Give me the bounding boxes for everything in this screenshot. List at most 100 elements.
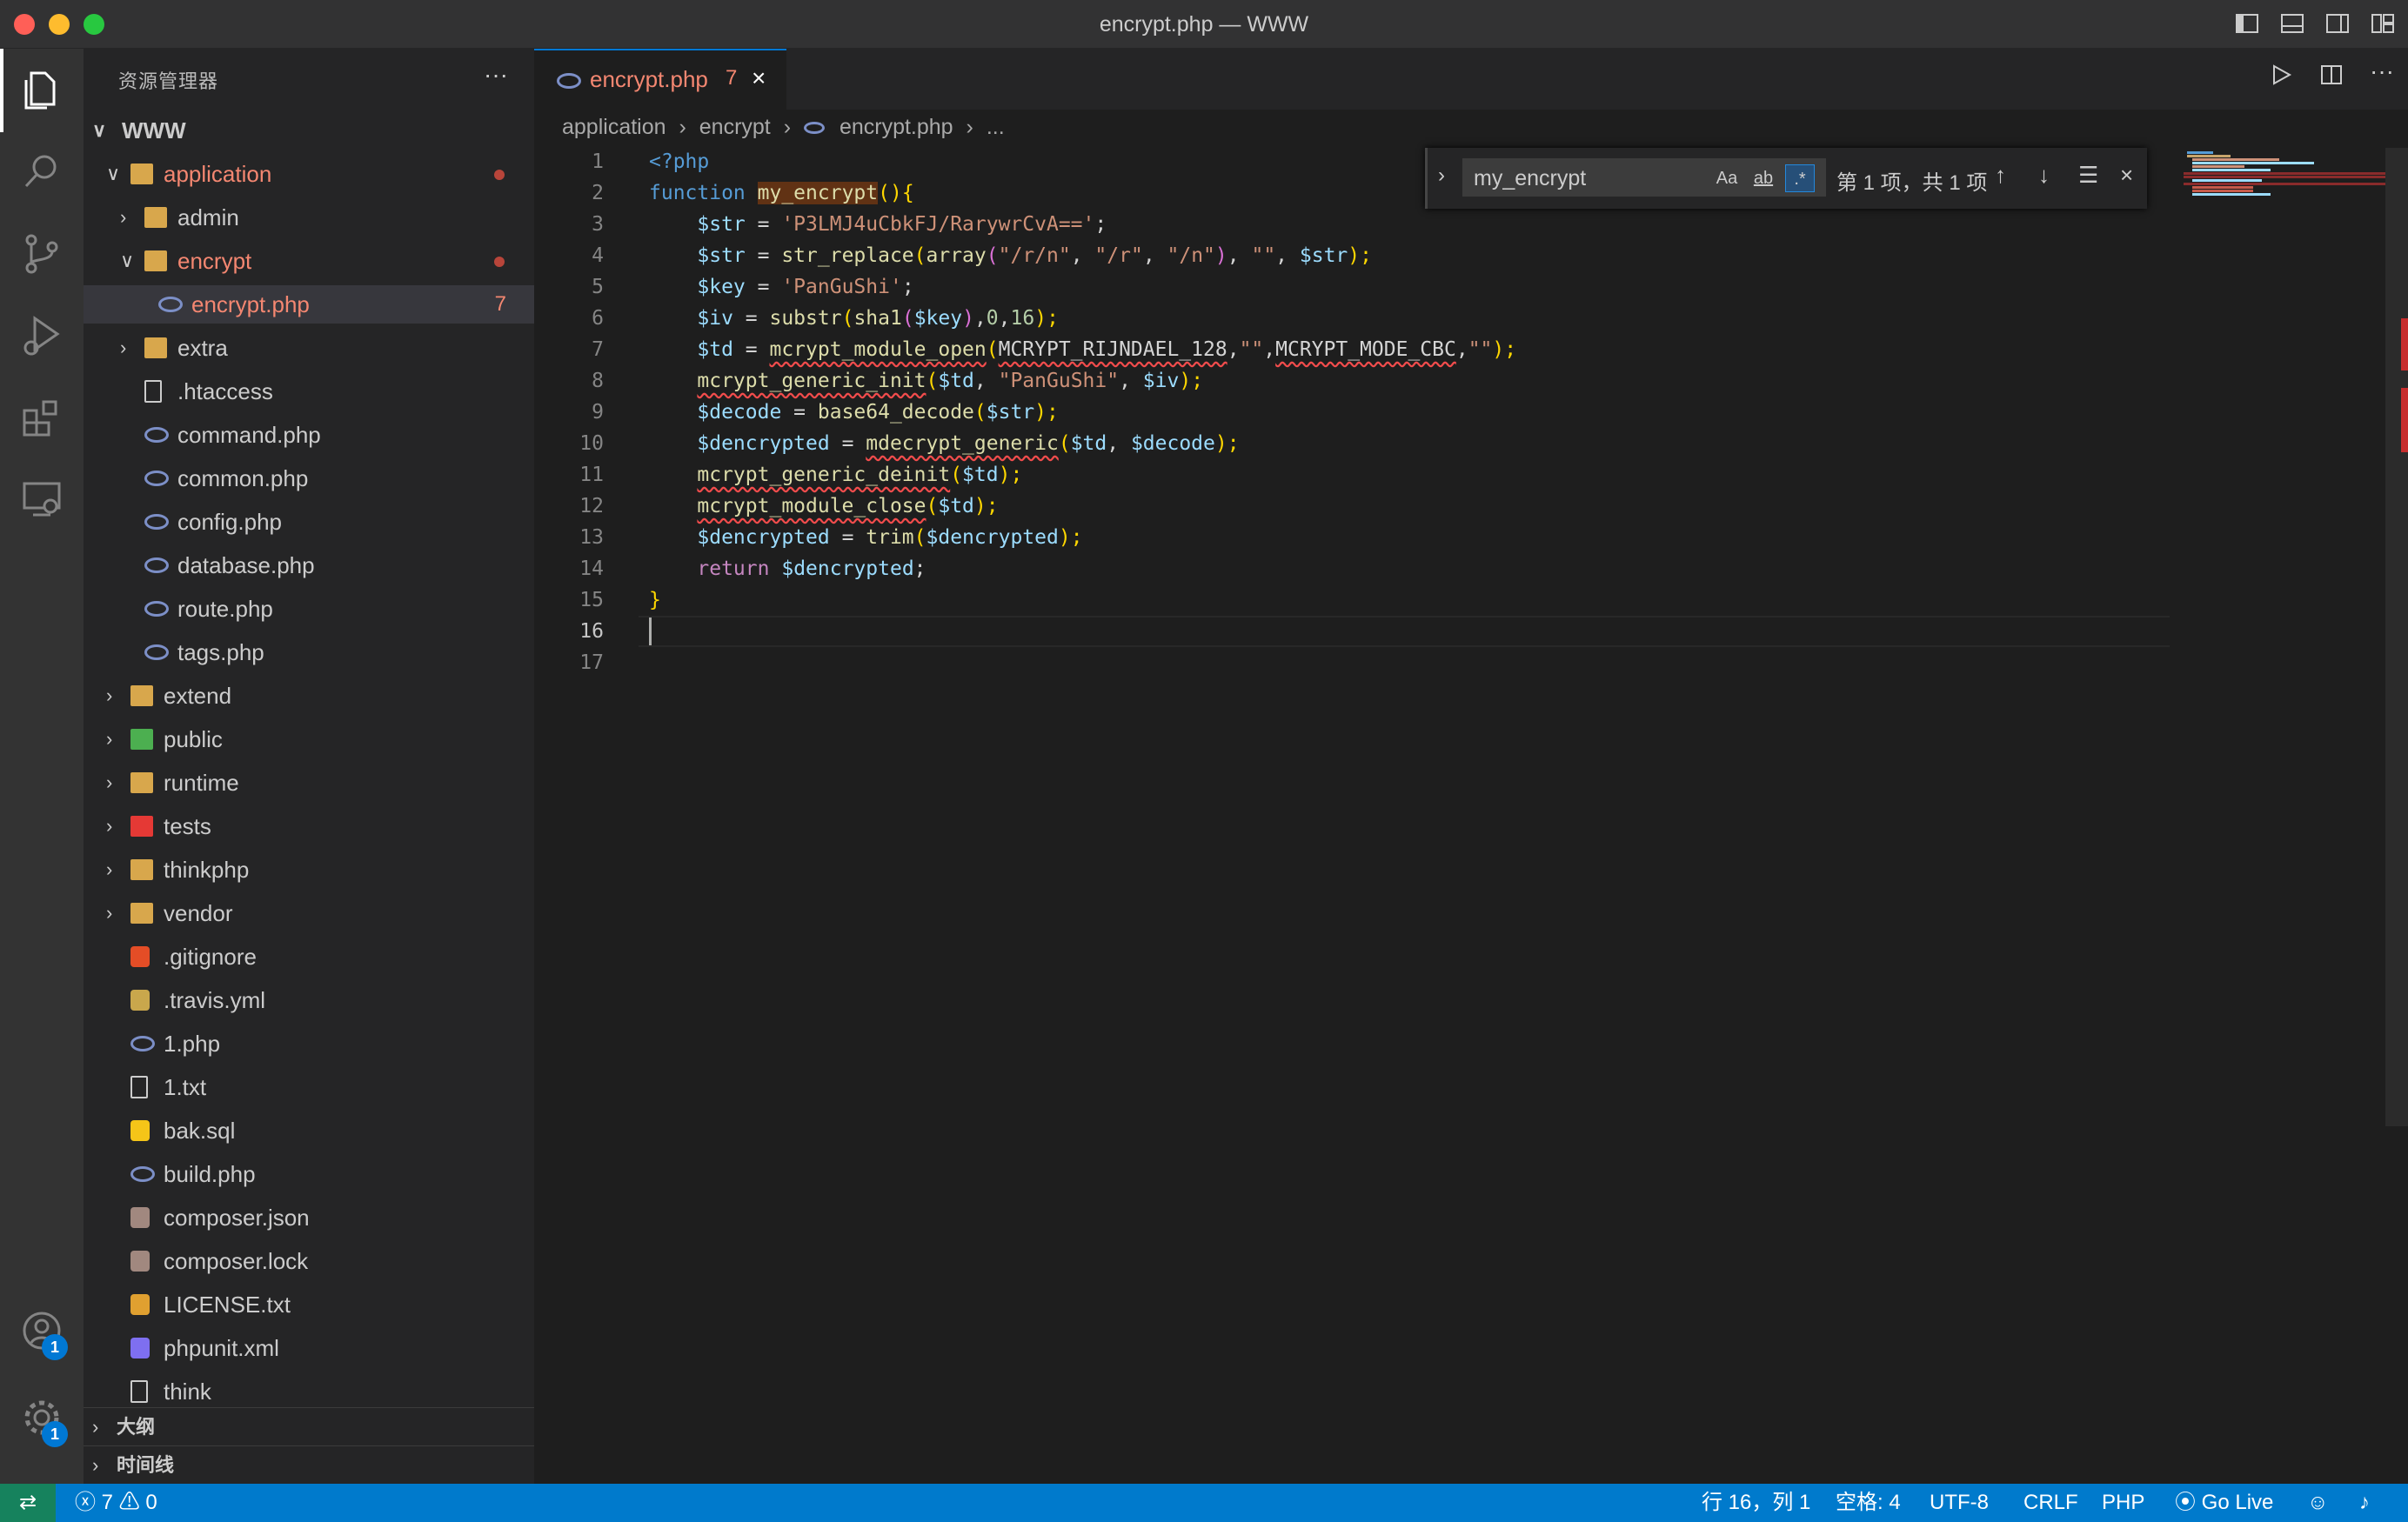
match-whole-word-icon[interactable]: ab xyxy=(1749,164,1778,192)
function-call-error: mcrypt_generic_init xyxy=(697,370,926,392)
end-of-line[interactable]: CRLF xyxy=(2023,1484,2078,1522)
feedback-icon[interactable]: ☺ xyxy=(2307,1484,2329,1522)
tree-item[interactable]: ∨ WWW xyxy=(84,111,534,150)
tree-item[interactable]: › admin xyxy=(84,198,534,237)
string: "/r" xyxy=(1094,244,1143,267)
tree-item[interactable]: route.php xyxy=(84,590,534,628)
indentation[interactable]: 空格: 4 xyxy=(1836,1484,1901,1522)
tree-item[interactable]: ∨ application xyxy=(84,155,534,193)
toggle-primary-sidebar-icon[interactable] xyxy=(2234,10,2260,37)
tab-encrypt-php[interactable]: encrypt.php 7 × xyxy=(534,49,786,110)
next-match-icon[interactable]: ↓ xyxy=(2038,162,2050,189)
tree-item[interactable]: › extend xyxy=(84,677,534,715)
tree-item[interactable]: common.php xyxy=(84,459,534,497)
tree-item[interactable]: bak.sql xyxy=(84,1111,534,1150)
language-mode[interactable]: PHP xyxy=(2102,1484,2144,1522)
breadcrumb-item[interactable]: application xyxy=(562,115,666,139)
breadcrumb-item[interactable]: ... xyxy=(987,115,1005,139)
previous-match-icon[interactable]: ↑ xyxy=(1995,162,2006,189)
outline-section[interactable]: › 大纲 xyxy=(84,1407,534,1445)
tree-item[interactable]: › extra xyxy=(84,329,534,367)
variable: $str xyxy=(1299,244,1348,267)
tree-item[interactable]: think xyxy=(84,1372,534,1411)
semicolon: ; xyxy=(1094,213,1107,236)
remote-indicator-icon[interactable]: ⇄ xyxy=(0,1484,56,1522)
extensions-icon[interactable] xyxy=(16,391,68,444)
find-widget: › my_encrypt Aa ab .* 第 1 项，共 1 项 ↑ ↓ ☰ … xyxy=(1425,148,2147,209)
manage-gear-icon[interactable]: 1 xyxy=(16,1392,68,1447)
go-live-button[interactable]: ⦿ Go Live xyxy=(2175,1484,2273,1522)
php-file-icon xyxy=(557,73,581,89)
tree-item-label: build.php xyxy=(164,1161,256,1187)
tree-item[interactable]: phpunit.xml xyxy=(84,1329,534,1367)
toggle-panel-icon[interactable] xyxy=(2279,10,2305,37)
source-control-icon[interactable] xyxy=(16,228,68,280)
chevron-right-icon: › xyxy=(120,206,127,228)
minimap[interactable] xyxy=(2184,150,2385,202)
customize-layout-icon[interactable] xyxy=(2370,10,2396,37)
chevron-right-icon: › xyxy=(92,1454,99,1476)
tree-item[interactable]: database.php xyxy=(84,546,534,584)
run-debug-icon[interactable] xyxy=(16,310,68,362)
folder-icon xyxy=(130,903,153,924)
run-file-icon[interactable] xyxy=(2269,63,2293,93)
split-editor-icon[interactable] xyxy=(2319,63,2344,93)
tree-item[interactable]: composer.json xyxy=(84,1198,534,1237)
tree-item[interactable]: config.php xyxy=(84,503,534,541)
tree-item[interactable]: › vendor xyxy=(84,894,534,932)
accounts-icon[interactable]: 1 xyxy=(16,1305,68,1360)
match-case-icon[interactable]: Aa xyxy=(1712,164,1742,192)
tree-item[interactable]: › public xyxy=(84,720,534,758)
tree-item[interactable]: 1.txt xyxy=(84,1068,534,1106)
search-icon[interactable] xyxy=(16,146,68,198)
comma: , xyxy=(973,370,999,392)
tree-item[interactable]: .gitignore xyxy=(84,938,534,976)
close-tab-icon[interactable]: × xyxy=(752,64,766,92)
tree-item[interactable]: 1.php xyxy=(84,1025,534,1063)
explorer-sidebar: 资源管理器 ··· ∨ WWW ∨ application › admin ∨ encrypt… xyxy=(84,49,534,1484)
tree-item[interactable]: tags.php xyxy=(84,633,534,671)
breadcrumb-item[interactable]: encrypt xyxy=(699,115,771,139)
encoding[interactable]: UTF-8 xyxy=(1930,1484,1989,1522)
tree-item[interactable]: › thinkphp xyxy=(84,851,534,889)
problems-indicator[interactable]: ⓧ 7 ⚠ 0 xyxy=(75,1484,157,1522)
toggle-replace-chevron-icon[interactable]: › xyxy=(1438,164,1445,188)
close-find-icon[interactable]: × xyxy=(2120,162,2133,189)
tree-item[interactable]: › runtime xyxy=(84,764,534,802)
toggle-secondary-sidebar-icon[interactable] xyxy=(2324,10,2351,37)
tree-item[interactable]: LICENSE.txt xyxy=(84,1285,534,1324)
tree-item[interactable]: .htaccess xyxy=(84,372,534,411)
find-input-value: my_encrypt xyxy=(1474,166,1587,190)
error-icon: ⓧ xyxy=(75,1491,96,1514)
variable: $str xyxy=(697,213,746,236)
use-regex-icon[interactable]: .* xyxy=(1785,164,1815,192)
more-actions-icon[interactable]: ··· xyxy=(484,61,508,89)
operator: = xyxy=(745,244,782,267)
cursor-position[interactable]: 行 16，列 1 xyxy=(1702,1484,1810,1522)
find-in-selection-icon[interactable]: ☰ xyxy=(2078,162,2098,189)
tree-item[interactable]: ∨ encrypt xyxy=(84,242,534,280)
tree-item[interactable]: command.php xyxy=(84,416,534,454)
find-input[interactable]: my_encrypt Aa ab .* xyxy=(1462,158,1826,197)
breadcrumb-item[interactable]: encrypt.php xyxy=(839,115,953,139)
timeline-section[interactable]: › 时间线 xyxy=(84,1445,534,1484)
active-indicator xyxy=(0,49,3,132)
notifications-bell-icon[interactable]: ♪ xyxy=(2359,1484,2370,1522)
tree-item[interactable]: build.php xyxy=(84,1155,534,1193)
line-number: 9 xyxy=(592,401,604,424)
tree-item[interactable]: .travis.yml xyxy=(84,981,534,1019)
tree-item-label: 1.php xyxy=(164,1031,221,1057)
tree-item[interactable]: composer.lock xyxy=(84,1242,534,1280)
more-actions-icon[interactable]: ··· xyxy=(2370,59,2394,93)
vertical-scrollbar[interactable] xyxy=(2385,148,2408,1126)
comma: , xyxy=(1227,244,1252,267)
variable: $td xyxy=(938,495,974,517)
comma: , xyxy=(1070,244,1095,267)
tree-item-label: extend xyxy=(164,683,232,709)
tree-item[interactable]: › tests xyxy=(84,807,534,845)
tree-item[interactable]: encrypt.php 7 xyxy=(84,285,534,324)
explorer-icon[interactable] xyxy=(16,64,68,117)
remote-explorer-icon[interactable] xyxy=(16,473,68,525)
folder-icon xyxy=(130,816,153,837)
paren: ); xyxy=(1034,401,1059,424)
